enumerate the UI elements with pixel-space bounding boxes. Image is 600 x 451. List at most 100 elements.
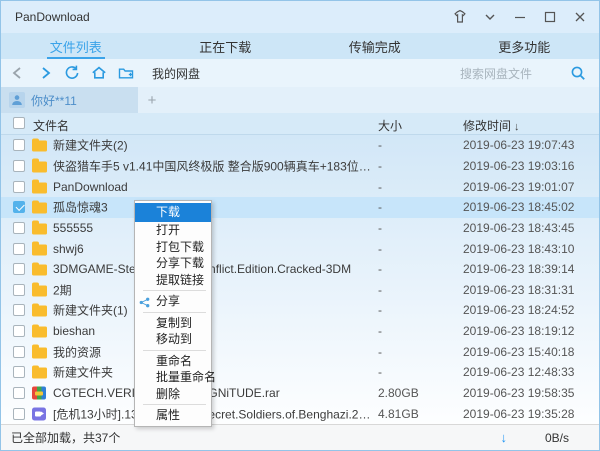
maximize-button[interactable] <box>535 1 565 33</box>
folder-file-icon <box>32 141 47 152</box>
back-icon[interactable] <box>4 59 31 87</box>
row-checkbox[interactable] <box>13 304 25 316</box>
table-row[interactable]: 3DMGAME-Steel.Division.Conflict.Edition.… <box>1 259 599 280</box>
row-checkbox[interactable] <box>13 408 25 420</box>
row-checkbox[interactable] <box>13 387 25 399</box>
file-name: PanDownload <box>53 180 128 194</box>
file-modified-time: 2019-06-23 18:43:10 <box>463 242 574 256</box>
chevron-down-icon[interactable] <box>475 1 505 33</box>
folder-file-icon <box>32 265 47 276</box>
new-folder-icon[interactable] <box>112 59 139 87</box>
file-name: 新建文件夹 <box>53 364 113 381</box>
row-checkbox[interactable] <box>13 160 25 172</box>
row-checkbox[interactable] <box>13 201 25 213</box>
file-size: - <box>378 345 382 359</box>
column-header-time[interactable]: 修改时间↓ <box>463 117 520 134</box>
row-checkbox[interactable] <box>13 284 25 296</box>
folder-file-icon <box>32 368 47 379</box>
menu-separator <box>143 312 206 313</box>
menu-item[interactable]: 批量重命名 <box>135 369 211 386</box>
row-checkbox[interactable] <box>13 222 25 234</box>
row-checkbox[interactable] <box>13 325 25 337</box>
menu-separator <box>143 404 206 405</box>
file-modified-time: 2019-06-23 15:40:18 <box>463 345 574 359</box>
forward-icon[interactable] <box>31 59 58 87</box>
window-title: PanDownload <box>15 10 90 24</box>
window-controls <box>445 1 599 33</box>
row-checkbox[interactable] <box>13 366 25 378</box>
folder-file-icon <box>32 203 47 214</box>
file-size: - <box>378 221 382 235</box>
account-tab[interactable]: 你好**11 <box>1 87 138 113</box>
menu-item[interactable]: 提取链接 <box>135 272 211 289</box>
table-row[interactable]: PanDownload-2019-06-23 19:01:07 <box>1 176 599 197</box>
account-bar: 你好**11 + <box>1 87 599 113</box>
tab-file-list[interactable]: 文件列表 <box>1 33 151 59</box>
context-menu: 下载打开打包下载分享下载提取链接分享复制到移动到重命名批量重命名删除属性 <box>134 200 212 427</box>
column-header-name[interactable]: 文件名 <box>33 117 69 134</box>
folder-file-icon <box>32 244 47 255</box>
refresh-icon[interactable] <box>58 59 85 87</box>
table-row[interactable]: 新建文件夹(2)-2019-06-23 19:07:43 <box>1 135 599 156</box>
select-all-checkbox[interactable] <box>13 117 25 129</box>
menu-item[interactable]: 删除 <box>135 386 211 403</box>
row-checkbox[interactable] <box>13 263 25 275</box>
tab-transfer-complete[interactable]: 传输完成 <box>300 33 450 59</box>
table-row[interactable]: shwj6-2019-06-23 18:43:10 <box>1 238 599 259</box>
menu-item[interactable]: 分享 <box>135 293 211 310</box>
table-row[interactable]: 我的资源-2019-06-23 15:40:18 <box>1 341 599 362</box>
table-row[interactable]: [危机13小时].13.Hours.The.Secret.Soldiers.of… <box>1 403 599 424</box>
theme-shirt-icon[interactable] <box>445 1 475 33</box>
file-name: 孤岛惊魂3 <box>53 199 108 216</box>
person-icon <box>9 92 25 108</box>
file-name: bieshan <box>53 324 95 338</box>
menu-item[interactable]: 分享下载 <box>135 255 211 272</box>
file-name: 新建文件夹(2) <box>53 137 128 154</box>
tab-downloading[interactable]: 正在下载 <box>151 33 301 59</box>
file-modified-time: 2019-06-23 12:48:33 <box>463 365 574 379</box>
table-row[interactable]: 555555-2019-06-23 18:43:45 <box>1 218 599 239</box>
sort-descending-icon: ↓ <box>514 121 520 133</box>
menu-item[interactable]: 重命名 <box>135 353 211 370</box>
table-row[interactable]: 2期-2019-06-23 18:31:31 <box>1 279 599 300</box>
menu-item[interactable]: 打开 <box>135 222 211 239</box>
menu-item[interactable]: 复制到 <box>135 315 211 332</box>
menu-item[interactable]: 打包下载 <box>135 239 211 256</box>
folder-file-icon <box>32 223 47 234</box>
folder-file-icon <box>32 327 47 338</box>
close-button[interactable] <box>565 1 595 33</box>
download-speed-value: 0B/s <box>545 431 569 445</box>
row-checkbox[interactable] <box>13 243 25 255</box>
file-name: [危机13小时].13.Hours.The.Secret.Soldiers.of… <box>53 405 371 422</box>
column-header-size[interactable]: 大小 <box>378 117 402 134</box>
table-row[interactable]: 侠盗猎车手5 v1.41中国风终极版 整合版900辆真车+183位美女与英雄-2… <box>1 156 599 177</box>
minimize-button[interactable] <box>505 1 535 33</box>
main-tabs: 文件列表 正在下载 传输完成 更多功能 <box>1 33 599 59</box>
table-row[interactable]: CGTECH.VERICUT.V8.0-MAGNiTUDE.rar2.80GB2… <box>1 383 599 404</box>
row-checkbox[interactable] <box>13 181 25 193</box>
home-icon[interactable] <box>85 59 112 87</box>
file-size: - <box>378 303 382 317</box>
table-row[interactable]: 孤岛惊魂3-2019-06-23 18:45:02 <box>1 197 599 218</box>
table-header: 文件名 大小 修改时间↓ <box>1 113 599 135</box>
archive-file-icon <box>32 387 46 400</box>
file-size: - <box>378 200 382 214</box>
file-size: - <box>378 262 382 276</box>
search-input[interactable] <box>458 63 557 85</box>
menu-item[interactable]: 移动到 <box>135 331 211 348</box>
menu-item[interactable]: 属性 <box>135 407 211 424</box>
table-row[interactable]: bieshan-2019-06-23 18:19:12 <box>1 321 599 342</box>
menu-item[interactable]: 下载 <box>135 203 211 222</box>
row-checkbox[interactable] <box>13 139 25 151</box>
table-row[interactable]: 新建文件夹-2019-06-23 12:48:33 <box>1 362 599 383</box>
file-modified-time: 2019-06-23 19:07:43 <box>463 138 574 152</box>
search-icon[interactable] <box>569 64 587 82</box>
account-name: 你好**11 <box>31 92 77 109</box>
table-row[interactable]: 新建文件夹(1)-2019-06-23 18:24:52 <box>1 300 599 321</box>
folder-file-icon <box>32 285 47 296</box>
file-size: - <box>378 159 382 173</box>
tab-more-features[interactable]: 更多功能 <box>450 33 600 59</box>
add-account-button[interactable]: + <box>139 87 165 113</box>
row-checkbox[interactable] <box>13 346 25 358</box>
titlebar: PanDownload <box>1 1 599 33</box>
